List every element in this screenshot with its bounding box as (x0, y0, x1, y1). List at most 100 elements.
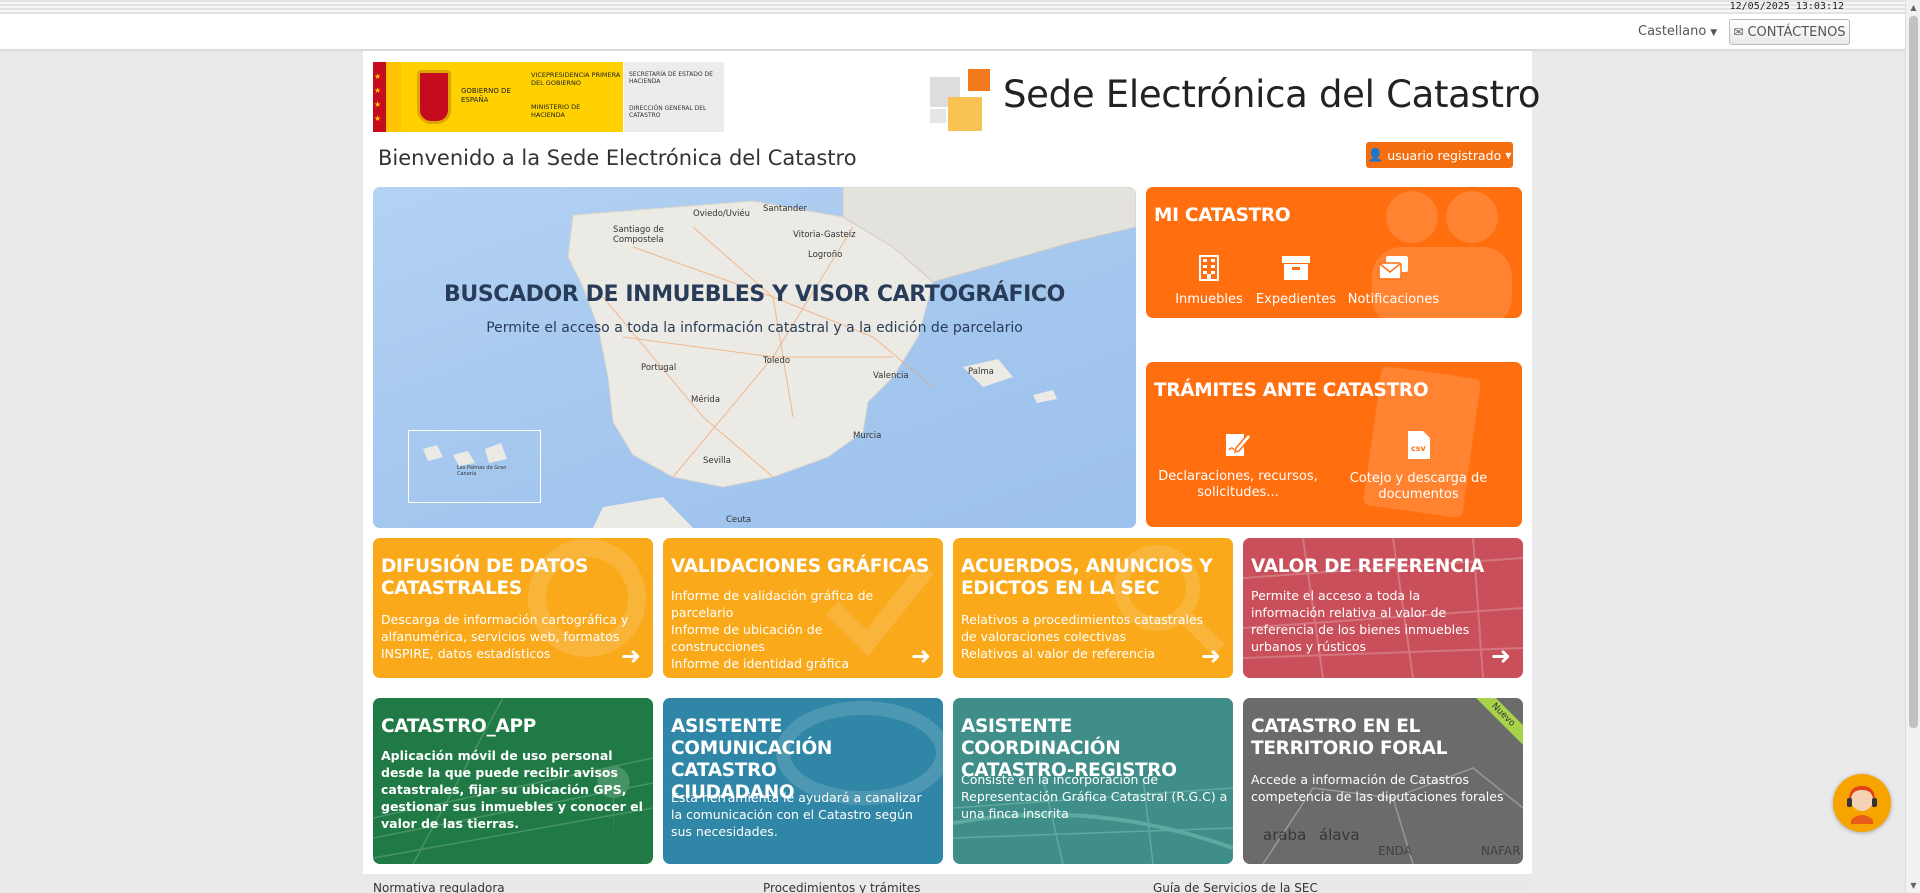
declaraciones-link[interactable]: Declaraciones, recursos, solicitudes... (1158, 430, 1318, 501)
user-icon: 👤 (1367, 147, 1384, 162)
map-tile-subtitle: Permite el acceso a toda la información … (486, 320, 1023, 336)
map-city-label: Las Palmas de Gran Canaria (457, 465, 507, 477)
tile-title: DIFUSIÓN DE DATOS CATASTRALES (381, 556, 588, 599)
declaraciones-label: Declaraciones, recursos, solicitudes... (1158, 469, 1318, 500)
gov-text-3: MINISTERIO DE HACIENDA (531, 103, 581, 119)
notificaciones-link[interactable]: Notificaciones (1346, 255, 1441, 308)
gov-text-4: SECRETARÍA DE ESTADO DE HACIENDA (629, 71, 713, 85)
tile-title: VALOR DE REFERENCIA (1251, 556, 1484, 577)
footer: Normativa reguladora Procedimientos y tr… (363, 874, 1532, 893)
scrollbar[interactable]: ▲ ▼ (1905, 0, 1920, 893)
contact-label: CONTÁCTENOS (1747, 24, 1846, 40)
foral-map-label: NAFAR (1481, 844, 1521, 858)
footer-link[interactable]: Procedimientos y trámites (763, 881, 920, 893)
map-city-label: Palma (968, 367, 994, 377)
registered-user-button[interactable]: 👤 usuario registrado ▼ (1366, 142, 1513, 168)
user-button-label: usuario registrado (1387, 147, 1502, 163)
arrow-right-icon: ➜ (1490, 642, 1511, 670)
valor-referencia-tile[interactable]: VALOR DE REFERENCIA Permite el acceso a … (1243, 538, 1523, 678)
difusion-datos-tile[interactable]: DIFUSIÓN DE DATOS CATASTRALES Descarga d… (373, 538, 653, 678)
navbar: Castellano ▼ ✉ CONTÁCTENOS (0, 14, 1905, 50)
edit-document-icon (1226, 432, 1253, 456)
building-icon (1199, 255, 1219, 281)
welcome-heading: Bienvenido a la Sede Electrónica del Cat… (378, 146, 857, 170)
footer-link[interactable]: Normativa reguladora (373, 881, 505, 893)
tile-description: Consiste en la incorporación de Represen… (961, 772, 1228, 821)
mi-catastro-tile: MI CATASTRO Inmuebles Expedientes Notifi… (1146, 187, 1522, 318)
scroll-up-icon[interactable]: ▲ (1906, 0, 1920, 15)
gov-text-2: VICEPRESIDENCIA PRIMERA DEL GOBIERNO (531, 71, 621, 87)
tile-description: Accede a información de Catastros compet… (1251, 772, 1504, 804)
cotejo-label: Cotejo y descarga de documentos (1349, 471, 1488, 502)
map-city-label: Oviedo/Uviéu (693, 209, 751, 219)
catastro-logo-icon[interactable] (930, 69, 994, 131)
expedientes-label: Expedientes (1255, 292, 1337, 307)
map-city-label: Santander (763, 204, 808, 214)
tile-description: Esta herramienta le ayudará a canalizar … (671, 790, 922, 839)
svg-text:csv: csv (1411, 444, 1427, 453)
tile-description: Permite el acceso a toda la información … (1251, 588, 1470, 654)
gov-logo-grey: SECRETARÍA DE ESTADO DE HACIENDA DIRECCI… (623, 62, 724, 132)
validaciones-graficas-tile[interactable]: VALIDACIONES GRÁFICAS Informe de validac… (663, 538, 943, 678)
catastro-app-tile[interactable]: CATASTRO_APP Aplicación móvil de uso per… (373, 698, 653, 864)
tile-description: Informe de validación gráfica de parcela… (671, 588, 874, 671)
eu-flag-icon: ★ ★ ★ ★ (373, 62, 401, 132)
chevron-down-icon: ▼ (1710, 28, 1718, 38)
tile-description: Descarga de información cartográfica y a… (381, 612, 629, 661)
tile-title: VALIDACIONES GRÁFICAS (671, 556, 929, 577)
map-tile-title: BUSCADOR DE INMUEBLES Y VISOR CARTOGRÁFI… (444, 282, 1065, 307)
gov-text-1: GOBIERNO DE ESPAÑA (461, 87, 511, 104)
gov-text-5: DIRECCIÓN GENERAL DEL CATASTRO (629, 105, 707, 119)
catastro-territorio-foral-tile[interactable]: Nuevo CATASTRO EN EL TERRITORIO FORAL Ac… (1243, 698, 1523, 864)
scrollbar-thumb[interactable] (1909, 16, 1918, 728)
asistente-coordinacion-tile[interactable]: ASISTENTE COORDINACIÓN CATASTRO-REGISTRO… (953, 698, 1233, 864)
csv-file-icon: csv (1407, 431, 1430, 459)
tile-title: CATASTRO_APP (381, 716, 536, 737)
foral-map-label: ENDA (1378, 844, 1412, 858)
map-city-label: Murcia (853, 431, 882, 441)
tile-title: ACUERDOS, ANUNCIOS Y EDICTOS EN LA SEC (961, 556, 1213, 599)
gov-logo-yellow: GOBIERNO DE ESPAÑA VICEPRESIDENCIA PRIME… (401, 62, 623, 132)
asistente-comunicacion-tile[interactable]: ASISTENTE COMUNICACIÓN CATASTRO CIUDADAN… (663, 698, 943, 864)
footer-link[interactable]: Guía de Servicios de la SEC (1153, 881, 1318, 893)
mi-catastro-title: MI CATASTRO (1154, 205, 1291, 226)
tile-title: CATASTRO EN EL TERRITORIO FORAL (1251, 716, 1448, 759)
property-search-map-tile[interactable]: Oviedo/Uviéu Santander Santiago de Compo… (373, 187, 1136, 528)
tile-description: Aplicación móvil de uso personal desde l… (381, 748, 643, 831)
inmuebles-link[interactable]: Inmuebles (1164, 255, 1254, 308)
map-city-label: Portugal (641, 363, 677, 373)
government-logo[interactable]: ★ ★ ★ ★ GOBIERNO DE ESPAÑA VICEPRESIDENCIA … (373, 62, 724, 132)
foral-map-label: araba (1263, 826, 1307, 844)
map-city-label: Logroño (808, 250, 843, 260)
map-city-label: Mérida (691, 395, 721, 405)
map-city-label: Valencia (873, 371, 909, 381)
arrow-right-icon: ➜ (1200, 642, 1221, 670)
notificaciones-label: Notificaciones (1347, 292, 1440, 307)
scroll-down-icon[interactable]: ▼ (1906, 878, 1920, 893)
expedientes-link[interactable]: Expedientes (1251, 255, 1341, 308)
arrow-right-icon: ➜ (620, 642, 641, 670)
contact-button[interactable]: ✉ CONTÁCTENOS (1729, 19, 1850, 45)
main-container: ★ ★ ★ ★ GOBIERNO DE ESPAÑA VICEPRESIDENCIA … (363, 51, 1540, 893)
chat-assistant-button[interactable] (1833, 774, 1891, 832)
clock: 12/05/2025 13:03:12 (1729, 1, 1844, 12)
map-city-label: Ceuta (726, 515, 752, 525)
language-label: Castellano (1638, 24, 1707, 39)
archive-box-icon (1282, 256, 1310, 280)
map-city-label: Sevilla (703, 456, 731, 466)
language-dropdown[interactable]: Castellano ▼ (1638, 24, 1717, 39)
tile-description: Relativos a procedimientos catastrales d… (961, 612, 1204, 661)
map-city-label: Vitoria-Gasteiz (793, 230, 856, 240)
tramites-title: TRÁMITES ANTE CATASTRO (1154, 380, 1429, 401)
inmuebles-label: Inmuebles (1175, 292, 1243, 307)
acuerdos-anuncios-tile[interactable]: ACUERDOS, ANUNCIOS Y EDICTOS EN LA SEC R… (953, 538, 1233, 678)
arrow-right-icon: ➜ (910, 642, 931, 670)
canary-islands-inset: Las Palmas de Gran Canaria (408, 430, 541, 503)
top-strip (0, 0, 1905, 14)
cotejo-link[interactable]: csv Cotejo y descarga de documentos (1331, 430, 1506, 503)
map-city-label: Santiago de Compostela (613, 225, 664, 245)
coat-of-arms-icon (417, 70, 451, 124)
foral-map-label: álava (1319, 826, 1360, 844)
tramites-tile: TRÁMITES ANTE CATASTRO Declaraciones, re… (1146, 362, 1522, 527)
assistant-avatar-icon (1847, 786, 1877, 824)
